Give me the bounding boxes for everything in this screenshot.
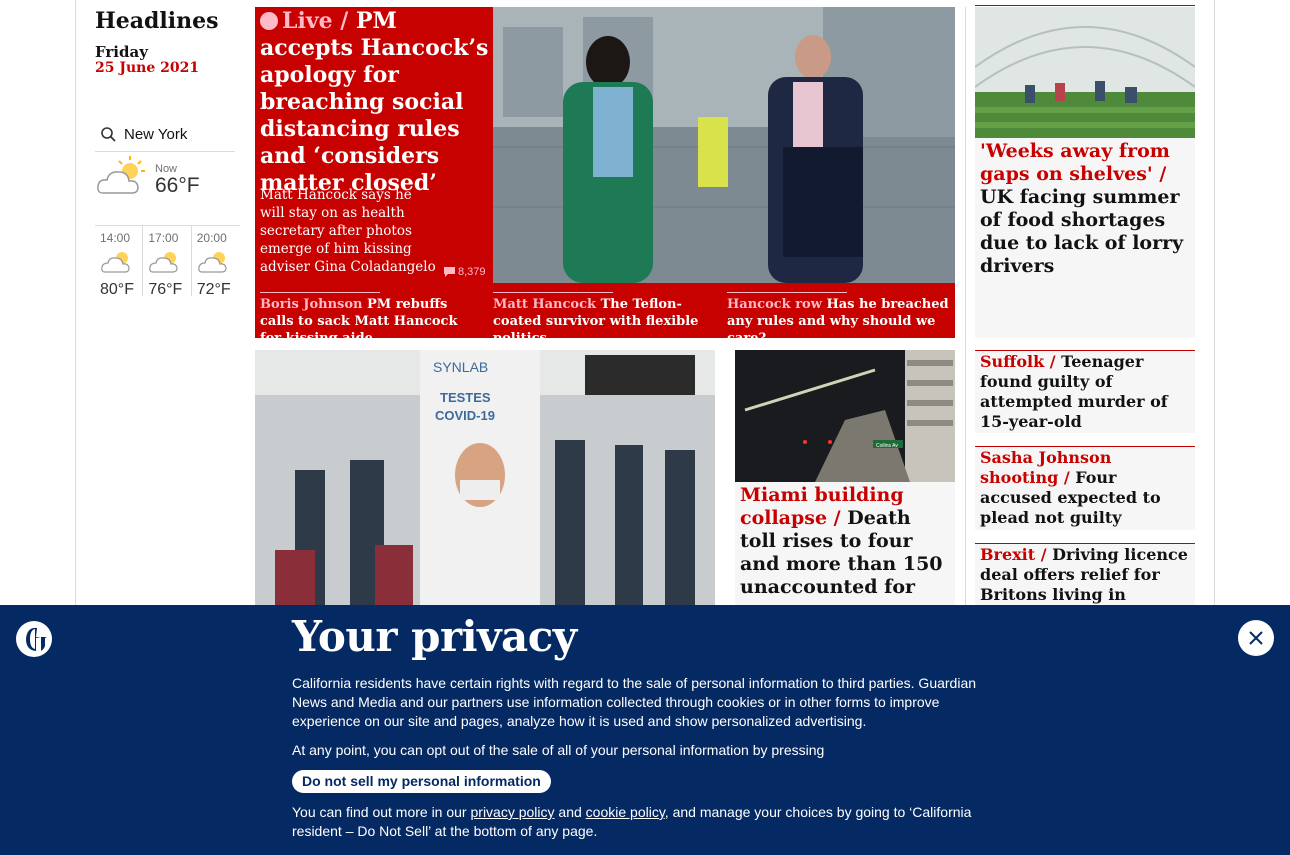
sublink-kicker: Boris Johnson bbox=[260, 297, 363, 312]
forecast-time: 17:00 bbox=[148, 231, 179, 245]
forecast-slot: 14:00 80°F bbox=[95, 226, 144, 298]
privacy-and: and bbox=[558, 804, 582, 820]
lead-kicker: Live / bbox=[282, 8, 349, 34]
lead-standfirst: Matt Hancock says he will stay on as hea… bbox=[260, 187, 436, 275]
section-title: Headlines bbox=[95, 8, 219, 34]
sublink-rule bbox=[727, 292, 847, 293]
street-sign: Collins Av bbox=[876, 443, 898, 449]
miami-headline[interactable]: Miami building collapse / Death toll ris… bbox=[740, 484, 952, 599]
weather-location[interactable]: New York bbox=[95, 118, 235, 152]
privacy-p3-start: You can find out more in our bbox=[292, 804, 467, 820]
right-story-kicker: Brexit / bbox=[980, 545, 1047, 564]
forecast-temp: 76°F bbox=[148, 281, 183, 298]
guardian-logo-icon bbox=[16, 621, 52, 657]
close-banner-button[interactable] bbox=[1238, 620, 1274, 656]
synlab-sign: SYNLAB bbox=[433, 359, 488, 375]
lead-headline-text: PM accepts Hancock’s apology for breachi… bbox=[260, 8, 489, 196]
column-divider bbox=[965, 7, 966, 607]
date-day: Friday bbox=[95, 43, 148, 61]
sublink-hancock-row[interactable]: Hancock row Has he breached any rules an… bbox=[727, 292, 951, 347]
sublink-rule bbox=[493, 292, 613, 293]
sublink-rule bbox=[260, 292, 380, 293]
date-full: 25 June 2021 bbox=[95, 60, 200, 76]
testes-sign: TESTES bbox=[440, 390, 491, 405]
sublink-kicker: Matt Hancock bbox=[493, 297, 597, 312]
partly-cloudy-icon bbox=[97, 156, 145, 194]
close-icon bbox=[1249, 631, 1263, 645]
sublink-boris-johnson[interactable]: Boris Johnson PM rebuffs calls to sack M… bbox=[260, 292, 482, 347]
lead-headline[interactable]: Live / PM accepts Hancock’s apology for … bbox=[260, 8, 490, 197]
lead-photo[interactable] bbox=[493, 7, 955, 283]
privacy-paragraph-1: California residents have certain rights… bbox=[292, 675, 977, 729]
search-icon bbox=[101, 126, 116, 142]
partly-cloudy-icon bbox=[101, 252, 130, 273]
sublink-kicker: Hancock row bbox=[727, 297, 822, 312]
forecast-temp: 72°F bbox=[196, 281, 231, 298]
top-rule bbox=[975, 5, 1195, 6]
forecast-time: 20:00 bbox=[196, 231, 227, 245]
food-text: UK facing summer of food shortages due t… bbox=[980, 186, 1184, 277]
sublink-matt-hancock[interactable]: Matt Hancock The Teflon-coated survivor … bbox=[493, 292, 715, 347]
covid-testing-photo[interactable]: SYNLAB TESTES COVID-19 bbox=[255, 350, 715, 605]
cookie-policy-link[interactable]: cookie policy bbox=[586, 804, 665, 820]
partly-cloudy-icon bbox=[197, 252, 227, 273]
comment-count-value: 8,379 bbox=[458, 266, 486, 278]
farm-workers-photo[interactable] bbox=[975, 7, 1195, 138]
right-story-suffolk[interactable]: Suffolk / Teenager found guilty of attem… bbox=[975, 350, 1195, 433]
right-story-kicker: Suffolk / bbox=[980, 352, 1056, 371]
privacy-paragraph-3: You can find out more in our privacy pol… bbox=[292, 803, 997, 841]
privacy-body: California residents have certain rights… bbox=[292, 674, 997, 851]
forecast-slot: 20:00 72°F bbox=[192, 226, 240, 298]
forecast-time: 14:00 bbox=[100, 231, 131, 245]
partly-cloudy-icon bbox=[149, 252, 178, 273]
food-shortage-headline[interactable]: 'Weeks away from gaps on shelves' / UK f… bbox=[980, 140, 1192, 278]
now-temperature: 66°F bbox=[155, 174, 200, 197]
location-name: New York bbox=[124, 126, 188, 143]
food-kicker: 'Weeks away from gaps on shelves' / bbox=[980, 140, 1170, 185]
forecast-slot: 17:00 76°F bbox=[143, 226, 192, 298]
live-indicator-icon bbox=[260, 12, 278, 30]
covid-sign: COVID-19 bbox=[435, 408, 495, 423]
privacy-title: Your privacy bbox=[292, 612, 577, 661]
privacy-paragraph-2: At any point, you can opt out of the sal… bbox=[292, 742, 825, 758]
forecast-temp: 80°F bbox=[100, 281, 134, 298]
right-story-brexit[interactable]: Brexit / Driving licence deal offers rel… bbox=[975, 543, 1195, 624]
do-not-sell-button[interactable]: Do not sell my personal information bbox=[292, 770, 551, 793]
comment-count[interactable]: 8,379 bbox=[444, 266, 486, 278]
comment-icon bbox=[444, 267, 455, 277]
privacy-policy-link[interactable]: privacy policy bbox=[471, 804, 555, 820]
right-story-sasha-johnson[interactable]: Sasha Johnson shooting / Four accused ex… bbox=[975, 446, 1195, 530]
weather-forecast: 14:00 80°F 17:00 76°F 20:00 72°F bbox=[95, 225, 240, 298]
miami-collapse-photo[interactable]: Collins Av bbox=[735, 350, 955, 482]
